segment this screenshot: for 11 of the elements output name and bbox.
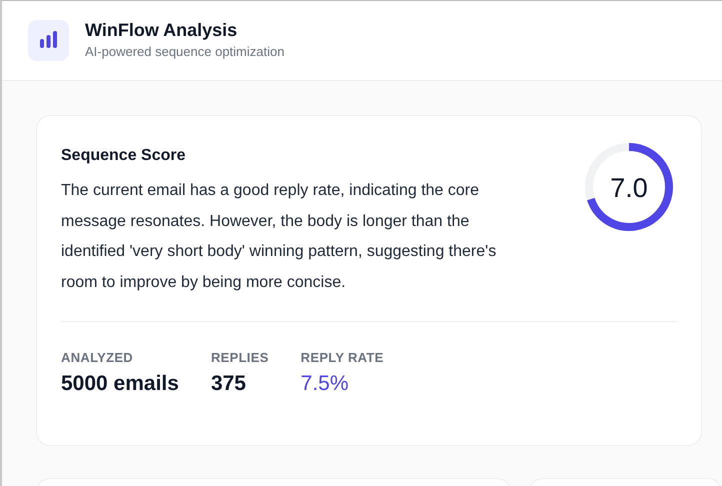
summary-text: The current email has a good reply rate, indicating the core message resonates. However, the body is longer than the identified 'very short body' winning pattern, suggesting there's room to improve by being more concise. — [61, 181, 498, 292]
app-title: WinFlow Analysis — [85, 20, 238, 42]
stat-value: 375 — [210, 370, 247, 396]
app-subtitle: AI-powered sequence optimization — [85, 42, 284, 61]
stat-label: REPLY RATE — [300, 349, 384, 367]
stat-label: ANALYZED — [61, 349, 134, 367]
stat-label: REPLIES — [210, 349, 269, 367]
card-title: Sequence Score — [61, 146, 186, 166]
stat-value: 5000 emails — [61, 370, 179, 396]
score-value: 7.0 — [610, 173, 648, 203]
stat-value: 7.5% — [300, 370, 350, 396]
